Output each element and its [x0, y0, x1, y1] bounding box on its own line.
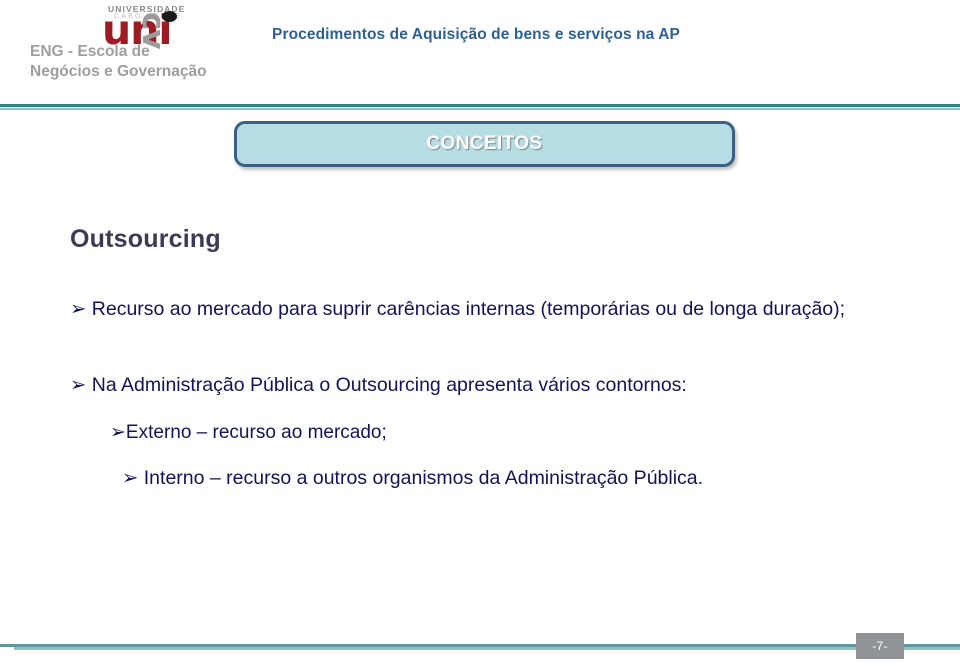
page-number-box: -7-: [856, 633, 904, 659]
header-divider-line: [0, 104, 960, 107]
bullet-item: ➢ Recurso ao mercado para suprir carênci…: [70, 293, 910, 325]
bullet-item: ➢Externo – recurso ao mercado;: [110, 417, 910, 448]
bullet-arrow-icon: ➢: [70, 297, 87, 320]
section-title-box: CONCEITOS: [234, 121, 735, 167]
bullet-text: Externo – recurso ao mercado;: [125, 422, 387, 443]
bullet-arrow-icon: ➢: [122, 466, 139, 489]
content-heading: Outsourcing: [70, 225, 221, 253]
header-divider-line-secondary: [0, 108, 960, 110]
header-title: Procedimentos de Aquisição de bens e ser…: [272, 26, 680, 43]
bullet-arrow-icon: ➢: [110, 421, 126, 443]
bullet-item: ➢ Interno – recurso a outros organismos …: [122, 463, 912, 493]
page-number-label: -7-: [872, 639, 888, 653]
school-name-label: ENG - Escola de Negócios e Governação: [30, 43, 207, 80]
slide: UNIVERSIDADE CABO VERDE uni cv ENG - Esc…: [0, 0, 960, 666]
bullet-text: Interno – recurso a outros organismos da…: [143, 467, 704, 489]
bullet-arrow-icon: ➢: [70, 373, 87, 396]
bullet-text: Na Administração Pública o Outsourcing a…: [91, 374, 687, 396]
slide-header: UNIVERSIDADE CABO VERDE uni cv ENG - Esc…: [0, 0, 960, 106]
footer-divider-line-secondary: [14, 647, 960, 650]
bullet-item: ➢ Na Administração Pública o Outsourcing…: [70, 370, 910, 400]
bullet-text: Recurso ao mercado para suprir carências…: [91, 298, 846, 320]
section-title-label: CONCEITOS: [426, 133, 543, 154]
